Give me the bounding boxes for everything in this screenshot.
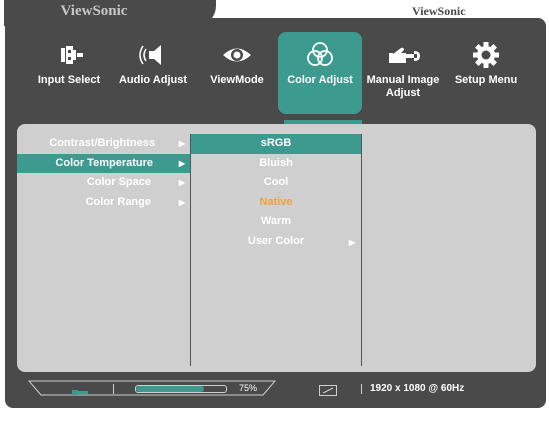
volume-bar	[135, 385, 227, 393]
submenu-arrow-icon: ▶	[178, 197, 185, 207]
submenu-label: Color Space	[86, 176, 151, 188]
nav-label: Input Select	[37, 74, 101, 86]
nav-label: Color Adjust	[287, 74, 353, 86]
submenu: Contrast/Brightness ▶ Color Temperature …	[17, 134, 191, 212]
color-circles-icon	[300, 40, 340, 70]
main-nav: Input Select Audio Adjust ViewMode Color…	[5, 18, 546, 118]
submenu-arrow-icon: ▶	[178, 158, 185, 168]
nav-label: ViewMode	[210, 74, 264, 86]
volume-percent: 75%	[239, 383, 258, 393]
hand-wrench-icon	[383, 40, 423, 70]
option-srgb[interactable]: sRGB	[191, 134, 361, 154]
option-native[interactable]: Native	[191, 193, 361, 213]
resolution-text: 1920 x 1080 @ 60Hz	[370, 383, 465, 394]
nav-label: Setup Menu	[454, 74, 518, 86]
submenu-arrow-icon: ▶	[178, 178, 185, 187]
nav-color-adjust[interactable]: Color Adjust	[278, 32, 362, 114]
aspect-ratio-icon	[319, 383, 337, 396]
brand-faint-logo: ViewSonic	[412, 4, 466, 18]
status-separator	[361, 384, 362, 394]
option-user-color[interactable]: User Color ▶	[191, 232, 361, 252]
input-source-icon	[71, 384, 89, 395]
gear-icon	[466, 40, 506, 70]
column-divider	[361, 134, 362, 366]
option-label: User Color	[247, 234, 305, 247]
status-separator	[113, 384, 114, 394]
eye-icon	[217, 40, 257, 70]
nav-label: Manual Image Adjust	[366, 74, 440, 99]
nav-label: Audio Adjust	[118, 74, 188, 86]
submenu-label: Contrast/Brightness	[49, 137, 155, 149]
input-select-icon	[49, 40, 89, 70]
submenu-color-space[interactable]: Color Space ▶	[17, 173, 191, 193]
option-bluish[interactable]: Bluish	[191, 154, 361, 174]
submenu-label: Color Range	[85, 195, 151, 208]
speaker-icon	[133, 40, 173, 70]
nav-audio-adjust[interactable]: Audio Adjust	[111, 32, 195, 114]
status-bar: 75% 1920 x 1080 @ 60Hz	[5, 380, 546, 398]
option-cool[interactable]: Cool	[191, 173, 361, 193]
submenu-arrow-icon: ▶	[348, 237, 355, 247]
osd-window: Input Select Audio Adjust ViewMode Color…	[5, 18, 546, 408]
submenu-color-range[interactable]: Color Range ▶	[17, 193, 191, 213]
volume-bar-fill	[136, 386, 204, 392]
submenu-arrow-icon: ▶	[178, 139, 185, 148]
submenu-label: Color Temperature	[55, 156, 153, 169]
nav-manual-image-adjust[interactable]: Manual Image Adjust	[361, 32, 445, 114]
menu-panel: Contrast/Brightness ▶ Color Temperature …	[17, 124, 536, 372]
submenu-color-temperature[interactable]: Color Temperature ▶	[17, 153, 191, 173]
color-temperature-options: sRGB Bluish Cool Native Warm User Color …	[191, 134, 361, 251]
nav-viewmode[interactable]: ViewMode	[195, 32, 279, 114]
submenu-contrast-brightness[interactable]: Contrast/Brightness ▶	[17, 134, 191, 154]
nav-input-select[interactable]: Input Select	[27, 32, 111, 114]
option-warm[interactable]: Warm	[191, 212, 361, 232]
nav-setup-menu[interactable]: Setup Menu	[444, 32, 528, 114]
